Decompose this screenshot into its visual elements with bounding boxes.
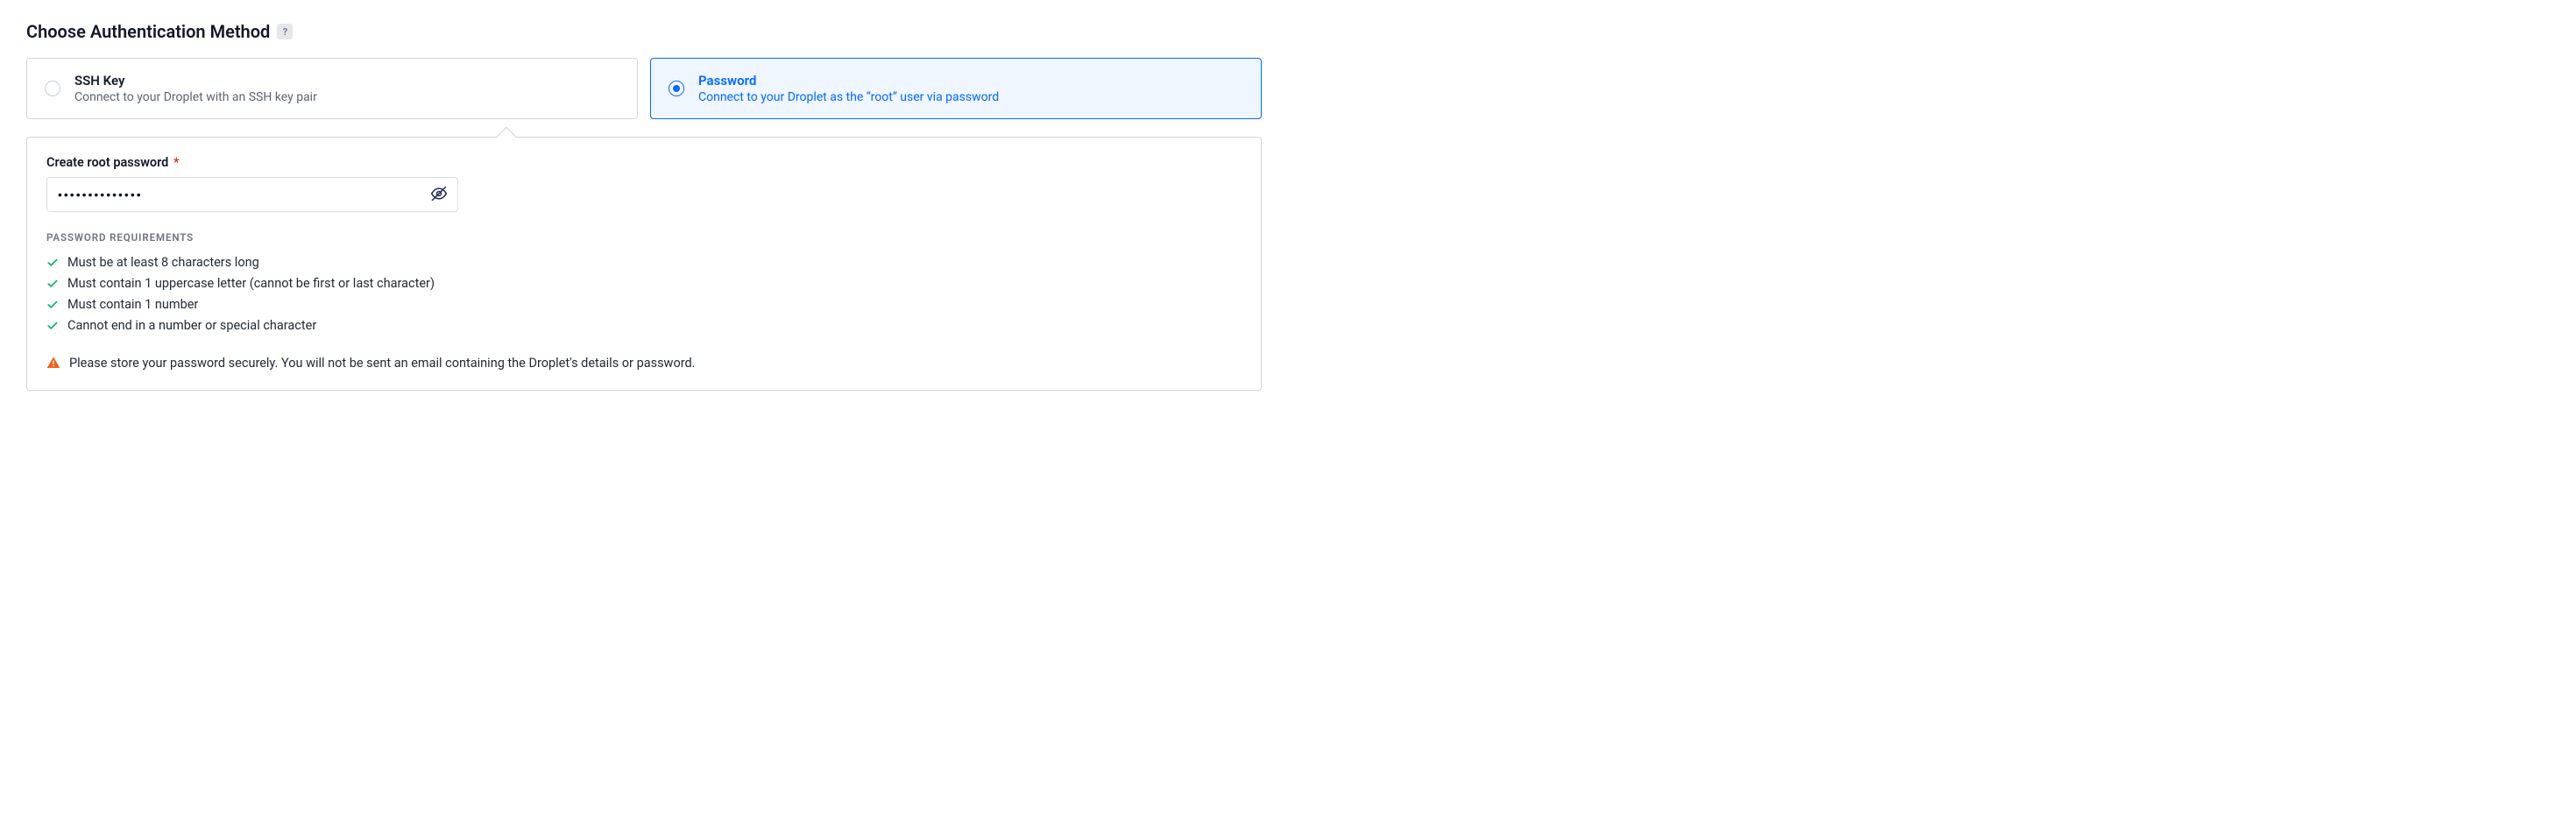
auth-option-desc: Connect to your Droplet as the “root” us… — [698, 90, 1245, 104]
password-requirement: Must contain 1 uppercase letter (cannot … — [46, 273, 1242, 294]
password-requirement: Cannot end in a number or special charac… — [46, 315, 1242, 336]
warning-icon — [46, 356, 60, 370]
eye-off-icon — [430, 185, 448, 205]
password-panel: Create root password * PASSWORD REQUIREM… — [26, 137, 1262, 391]
password-requirement-text: Must contain 1 uppercase letter (cannot … — [67, 273, 435, 294]
root-password-input[interactable] — [46, 177, 458, 212]
auth-method-options: SSH Key Connect to your Droplet with an … — [26, 58, 1262, 119]
password-requirement: Must contain 1 number — [46, 294, 1242, 315]
password-warning-text: Please store your password securely. You… — [69, 356, 696, 371]
check-icon — [46, 257, 59, 269]
auth-option-ssh-key[interactable]: SSH Key Connect to your Droplet with an … — [26, 58, 638, 119]
password-requirements-list: Must be at least 8 characters long Must … — [46, 252, 1242, 336]
password-label-text: Create root password — [46, 155, 168, 170]
password-requirements-heading: PASSWORD REQUIREMENTS — [46, 231, 1242, 244]
password-requirement: Must be at least 8 characters long — [46, 252, 1242, 273]
help-icon[interactable]: ? — [277, 24, 293, 39]
auth-option-title: SSH Key — [74, 73, 621, 88]
check-icon — [46, 278, 59, 290]
toggle-password-visibility-button[interactable] — [425, 180, 453, 209]
password-requirement-text: Must be at least 8 characters long — [67, 252, 259, 273]
password-field-label: Create root password * — [46, 155, 1242, 170]
radio-icon — [45, 81, 60, 96]
auth-option-password[interactable]: Password Connect to your Droplet as the … — [650, 58, 1262, 119]
password-input-row — [46, 177, 458, 212]
password-warning: Please store your password securely. You… — [46, 356, 1242, 371]
auth-option-title: Password — [698, 73, 1245, 88]
required-marker: * — [173, 155, 180, 170]
section-title: Choose Authentication Method — [26, 21, 270, 42]
section-header: Choose Authentication Method ? — [26, 21, 1262, 42]
check-icon — [46, 320, 59, 332]
password-requirement-text: Cannot end in a number or special charac… — [67, 315, 316, 336]
radio-icon — [669, 81, 684, 96]
password-requirement-text: Must contain 1 number — [67, 294, 198, 315]
password-panel-wrap: Create root password * PASSWORD REQUIREM… — [26, 137, 1262, 391]
auth-option-desc: Connect to your Droplet with an SSH key … — [74, 90, 621, 104]
check-icon — [46, 299, 59, 311]
